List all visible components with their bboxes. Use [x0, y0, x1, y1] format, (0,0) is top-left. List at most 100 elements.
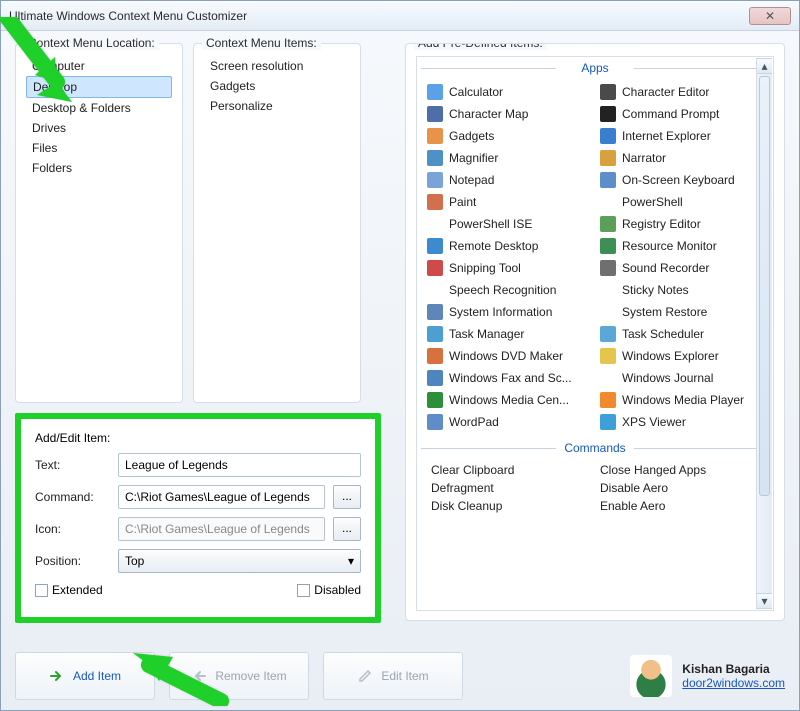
- command-input[interactable]: [118, 485, 325, 509]
- app-label: Calculator: [449, 85, 503, 99]
- predef-app-item[interactable]: Remote Desktop: [425, 235, 592, 257]
- location-item[interactable]: Desktop & Folders: [26, 98, 172, 118]
- location-item[interactable]: Desktop: [26, 76, 172, 98]
- app-icon: [600, 128, 616, 144]
- disabled-checkbox[interactable]: Disabled: [297, 583, 361, 597]
- context-item[interactable]: Screen resolution: [204, 56, 350, 76]
- predef-app-item[interactable]: Windows Journal: [598, 367, 765, 389]
- predef-app-item[interactable]: Gadgets: [425, 125, 592, 147]
- text-label: Text:: [35, 458, 110, 472]
- predef-app-item[interactable]: Command Prompt: [598, 103, 765, 125]
- predef-app-item[interactable]: Windows Media Player: [598, 389, 765, 411]
- predef-app-item[interactable]: Sticky Notes: [598, 279, 765, 301]
- predef-command-item[interactable]: Clear Clipboard: [429, 461, 592, 479]
- titlebar: Ultimate Windows Context Menu Customizer…: [1, 1, 799, 31]
- app-label: Windows Journal: [622, 371, 713, 385]
- remove-item-button[interactable]: Remove Item: [169, 652, 309, 700]
- app-icon: [427, 172, 443, 188]
- context-menu-location-group: Context Menu Location: ComputerDesktopDe…: [15, 43, 183, 403]
- predef-app-item[interactable]: WordPad: [425, 411, 592, 433]
- predef-app-item[interactable]: Windows Fax and Sc...: [425, 367, 592, 389]
- text-input[interactable]: [118, 453, 361, 477]
- predefined-items-group: Add Pre-Defined Items: Apps CalculatorCh…: [405, 43, 785, 621]
- predef-app-item[interactable]: System Restore: [598, 301, 765, 323]
- predef-app-item[interactable]: System Information: [425, 301, 592, 323]
- icon-input[interactable]: [118, 517, 325, 541]
- location-item[interactable]: Computer: [26, 56, 172, 76]
- app-icon: [427, 282, 443, 298]
- app-label: Gadgets: [449, 129, 494, 143]
- predef-command-item[interactable]: Defragment: [429, 479, 592, 497]
- predef-app-item[interactable]: PowerShell: [598, 191, 765, 213]
- predef-app-item[interactable]: Windows DVD Maker: [425, 345, 592, 367]
- context-menu-items-group: Context Menu Items: Screen resolutionGad…: [193, 43, 361, 403]
- author-avatar-icon: [630, 655, 672, 697]
- author-name: Kishan Bagaria: [682, 662, 785, 676]
- scroll-thumb[interactable]: [759, 76, 770, 496]
- location-item[interactable]: Files: [26, 138, 172, 158]
- predef-app-item[interactable]: Character Map: [425, 103, 592, 125]
- predef-app-item[interactable]: XPS Viewer: [598, 411, 765, 433]
- predef-app-item[interactable]: Magnifier: [425, 147, 592, 169]
- app-icon: [427, 326, 443, 342]
- app-icon: [427, 392, 443, 408]
- predef-scrollbar[interactable]: ▴ ▾: [756, 58, 772, 609]
- predef-app-item[interactable]: Snipping Tool: [425, 257, 592, 279]
- predef-app-item[interactable]: Notepad: [425, 169, 592, 191]
- location-item[interactable]: Folders: [26, 158, 172, 178]
- location-item[interactable]: Drives: [26, 118, 172, 138]
- app-icon: [427, 304, 443, 320]
- predef-app-item[interactable]: Paint: [425, 191, 592, 213]
- app-label: Task Scheduler: [622, 327, 704, 341]
- credit-area: Kishan Bagaria door2windows.com: [630, 655, 785, 697]
- add-item-button[interactable]: Add Item: [15, 652, 155, 700]
- predef-command-item[interactable]: Enable Aero: [598, 497, 761, 515]
- app-label: Sound Recorder: [622, 261, 709, 275]
- predef-app-item[interactable]: Registry Editor: [598, 213, 765, 235]
- left-column: Context Menu Location: ComputerDesktopDe…: [15, 43, 395, 623]
- predef-command-item[interactable]: Disk Cleanup: [429, 497, 592, 515]
- context-item[interactable]: Personalize: [204, 96, 350, 116]
- predef-command-item[interactable]: Disable Aero: [598, 479, 761, 497]
- app-label: System Restore: [622, 305, 707, 319]
- app-icon: [600, 238, 616, 254]
- author-link[interactable]: door2windows.com: [682, 676, 785, 690]
- predef-app-item[interactable]: Calculator: [425, 81, 592, 103]
- browse-icon-button[interactable]: ...: [333, 517, 361, 541]
- predef-app-item[interactable]: PowerShell ISE: [425, 213, 592, 235]
- predef-app-item[interactable]: Windows Explorer: [598, 345, 765, 367]
- context-items-list: Screen resolutionGadgetsPersonalize: [204, 56, 350, 116]
- context-item[interactable]: Gadgets: [204, 76, 350, 96]
- predef-app-item[interactable]: Narrator: [598, 147, 765, 169]
- app-label: Snipping Tool: [449, 261, 521, 275]
- scroll-down-button[interactable]: ▾: [757, 593, 772, 609]
- predef-app-item[interactable]: Character Editor: [598, 81, 765, 103]
- app-label: Magnifier: [449, 151, 498, 165]
- app-label: Windows Fax and Sc...: [449, 371, 572, 385]
- app-label: Character Map: [449, 107, 528, 121]
- app-icon: [600, 370, 616, 386]
- extended-checkbox[interactable]: Extended: [35, 583, 289, 597]
- scroll-up-button[interactable]: ▴: [757, 58, 772, 74]
- app-label: Windows DVD Maker: [449, 349, 563, 363]
- app-icon: [427, 84, 443, 100]
- app-label: On-Screen Keyboard: [622, 173, 735, 187]
- app-icon: [600, 216, 616, 232]
- predef-app-item[interactable]: Sound Recorder: [598, 257, 765, 279]
- predef-app-item[interactable]: Windows Media Cen...: [425, 389, 592, 411]
- predef-command-item[interactable]: Close Hanged Apps: [598, 461, 761, 479]
- browse-command-button[interactable]: ...: [333, 485, 361, 509]
- commands-section-header: Commands: [417, 441, 773, 455]
- app-label: XPS Viewer: [622, 415, 686, 429]
- edit-item-button[interactable]: Edit Item: [323, 652, 463, 700]
- predef-app-item[interactable]: Task Manager: [425, 323, 592, 345]
- predef-app-item[interactable]: On-Screen Keyboard: [598, 169, 765, 191]
- app-label: System Information: [449, 305, 552, 319]
- predef-app-item[interactable]: Task Scheduler: [598, 323, 765, 345]
- position-combo[interactable]: Top ▾: [118, 549, 361, 573]
- app-label: Speech Recognition: [449, 283, 556, 297]
- predef-app-item[interactable]: Speech Recognition: [425, 279, 592, 301]
- close-button[interactable]: ✕: [749, 7, 791, 25]
- predef-app-item[interactable]: Resource Monitor: [598, 235, 765, 257]
- predef-app-item[interactable]: Internet Explorer: [598, 125, 765, 147]
